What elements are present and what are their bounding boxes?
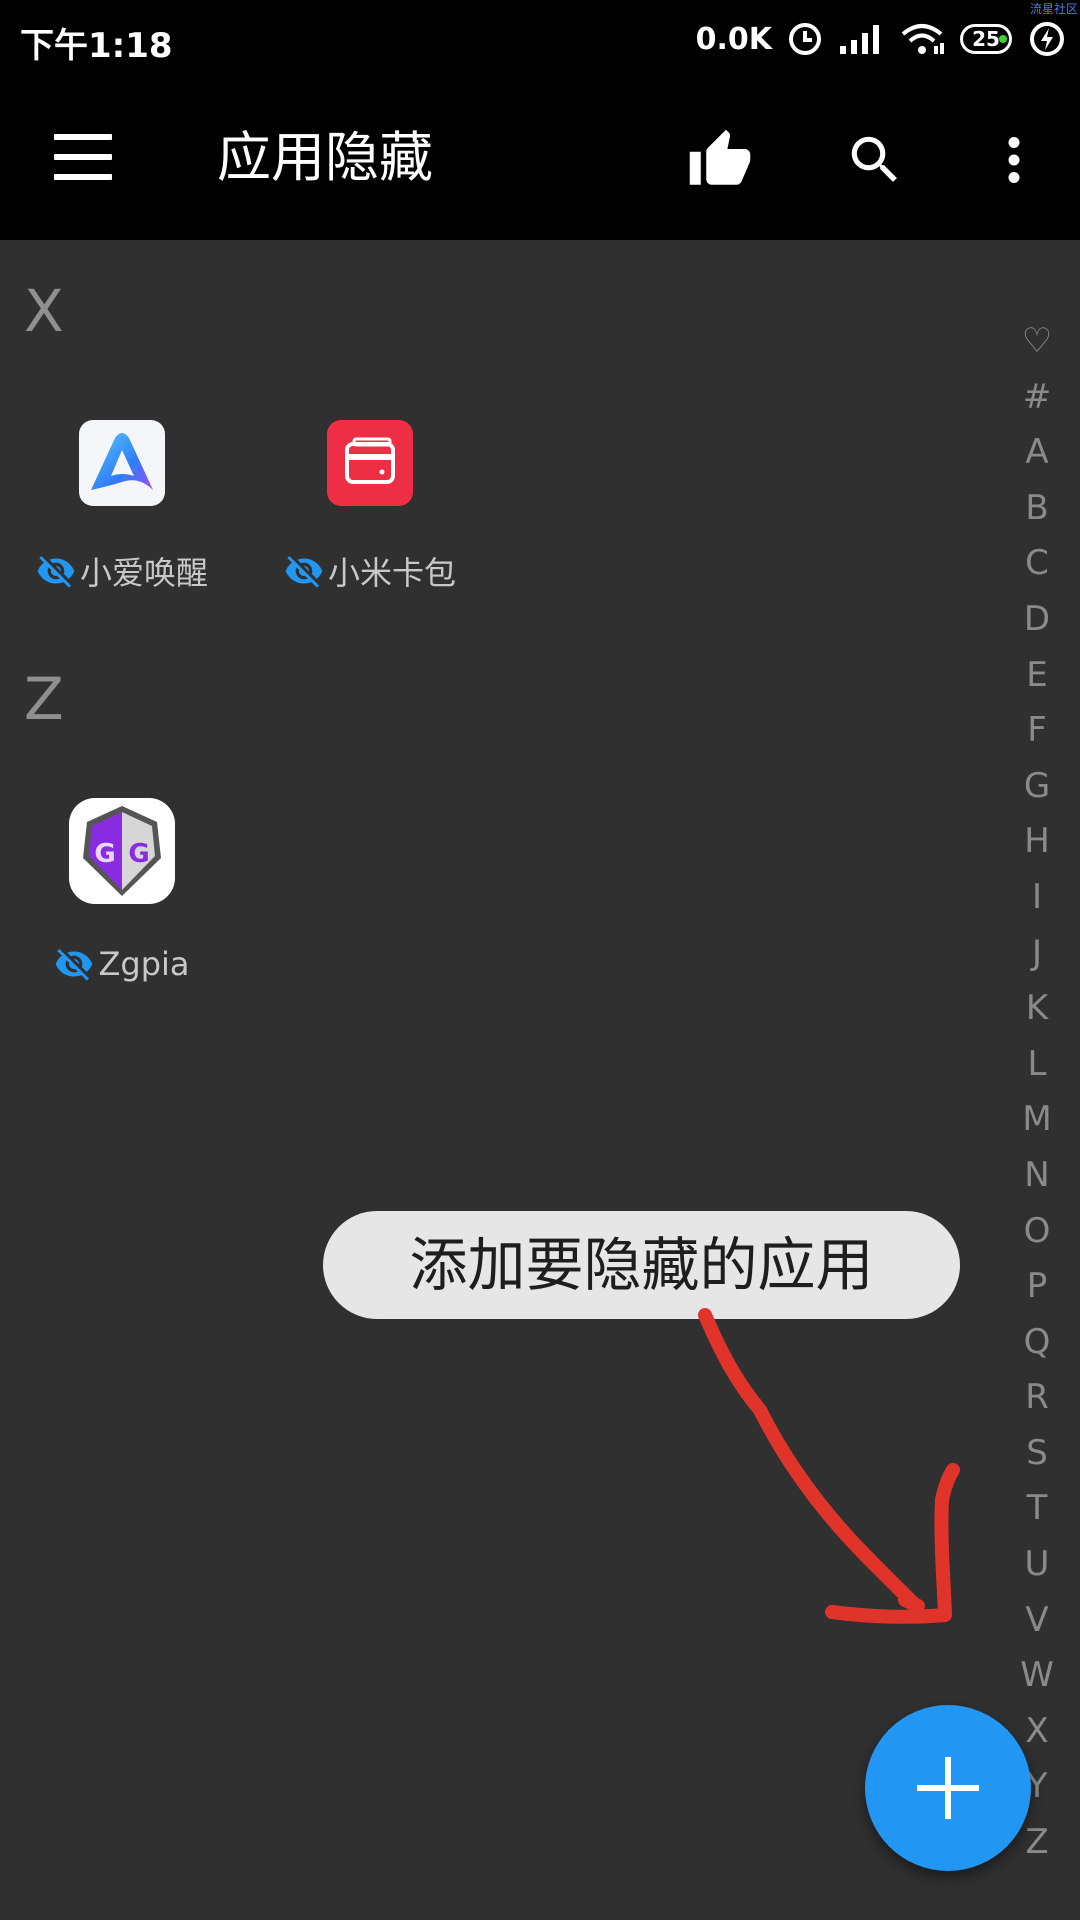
alphabet-index-letter[interactable]: U [1008,1537,1066,1593]
app-screen: 下午1:18 流星社区 0.0K 25 应用隐藏 X 小爱唤醒 小米卡包 Z G… [0,0,1080,1920]
alphabet-index-letter[interactable]: D [1008,592,1066,648]
alphabet-index-letter[interactable]: E [1008,648,1066,704]
menu-icon[interactable] [54,134,112,184]
alphabet-index-letter[interactable]: A [1008,425,1066,481]
alphabet-index-letter[interactable]: # [1008,370,1066,426]
status-bar: 下午1:18 流星社区 0.0K 25 [0,0,1080,78]
alphabet-index-letter[interactable]: N [1008,1148,1066,1204]
alphabet-index-letter[interactable]: I [1008,870,1066,926]
alphabet-index-letter[interactable]: W [1008,1648,1066,1704]
alphabet-index-letter[interactable]: O [1008,1204,1066,1260]
app-label: 小爱唤醒 [2,548,242,594]
wifi-icon [901,24,944,54]
alphabet-index-letter[interactable]: F [1008,703,1066,759]
network-speed: 0.0K [695,21,772,57]
signal-icon [840,25,879,54]
alphabet-index-letter[interactable]: H [1008,814,1066,870]
thumbs-up-icon [689,129,751,185]
eye-off-icon [285,556,323,588]
gg-app-icon: G G [69,798,175,904]
status-icons: 0.0K 25 [696,16,1066,62]
charging-icon [1030,22,1064,56]
alphabet-index-letter[interactable]: K [1008,981,1066,1037]
alarm-icon [789,23,821,55]
plus-icon [917,1757,979,1819]
app-tile-zgpia[interactable]: G G Zgpia [2,798,242,1000]
app-name: Zgpia [98,945,190,983]
alphabet-index-letter[interactable]: Q [1008,1315,1066,1371]
card-wallet-app-icon [327,420,413,506]
app-name: 小爱唤醒 [79,554,208,592]
page-title: 应用隐藏 [217,126,433,189]
eye-off-icon [56,949,93,981]
app-label: 小米卡包 [250,548,490,594]
status-time: 下午1:18 [20,26,173,66]
svg-text:G: G [128,839,149,869]
add-hidden-app-tooltip: 添加要隐藏的应用 [323,1211,960,1319]
alphabet-index-letter[interactable]: B [1008,481,1066,537]
app-name: 小米卡包 [327,554,456,592]
alphabet-index-letter[interactable]: G [1008,759,1066,815]
alphabet-index-letter[interactable]: C [1008,536,1066,592]
alphabet-index-favorites[interactable]: ♡ [1008,314,1066,370]
alphabet-index-letter[interactable]: L [1008,1037,1066,1093]
alphabet-index[interactable]: ♡ # A B C D E F G H I J K L M N O P Q R S T U V W X Y Z [1008,314,1066,1871]
app-tile-card-wallet[interactable]: 小米卡包 [250,420,490,620]
battery-icon: 25 [960,24,1012,54]
alphabet-index-letter[interactable]: J [1008,926,1066,982]
xiaoai-app-icon [79,420,165,506]
app-toolbar: 应用隐藏 [0,78,1080,240]
alphabet-index-letter[interactable]: P [1008,1259,1066,1315]
section-header-x: X [24,277,64,345]
search-button[interactable] [833,118,917,202]
more-vert-icon [1008,137,1020,183]
alphabet-index-letter[interactable]: T [1008,1481,1066,1537]
svg-text:G: G [94,839,115,869]
section-header-z: Z [24,665,64,733]
app-label: Zgpia [2,944,242,984]
eye-off-icon [37,556,75,588]
add-app-fab[interactable] [865,1705,1031,1871]
app-tile-xiaoai[interactable]: 小爱唤醒 [2,420,242,620]
alphabet-index-letter[interactable]: S [1008,1426,1066,1482]
alphabet-index-letter[interactable]: R [1008,1370,1066,1426]
watermark-text: 流星社区 [1029,2,1078,16]
thumbs-up-button[interactable] [678,118,762,202]
battery-level: 25 [972,27,1000,51]
alphabet-index-letter[interactable]: V [1008,1593,1066,1649]
search-icon [851,136,897,182]
alphabet-index-letter[interactable]: M [1008,1092,1066,1148]
more-options-button[interactable] [972,118,1056,202]
